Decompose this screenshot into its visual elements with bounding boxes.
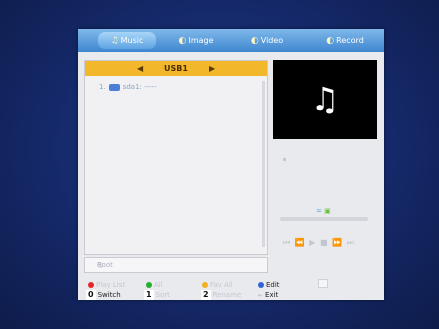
arrow-right-icon[interactable]: ▶ — [209, 61, 215, 76]
blue-key-icon — [258, 282, 264, 288]
red-key-hint[interactable]: Play List — [88, 280, 125, 290]
red-key-icon — [88, 282, 94, 288]
repeat-indicator: = ▣ — [316, 207, 331, 215]
tab-record-label: Record — [336, 36, 364, 45]
green-key-icon — [146, 282, 152, 288]
green-key-hint[interactable]: All — [146, 280, 163, 290]
key2-label: Rename — [212, 291, 242, 299]
progress-bar[interactable] — [280, 217, 368, 221]
yellow-key-icon — [202, 282, 208, 288]
key2-hint[interactable]: 2 Rename — [201, 290, 241, 300]
skip-forward-icon[interactable]: ⏭ — [347, 238, 355, 247]
rewind-icon[interactable]: ⏪ — [295, 238, 306, 247]
image-icon: ◐ — [178, 36, 187, 46]
tv-screen: ♫ Music ◐ Image ◐ Video ◐ Record ◀ USB1 ▶ 1.… — [0, 0, 439, 329]
yellow-key-label: Fav All — [210, 281, 233, 289]
repeat-label: = — [316, 207, 322, 215]
blue-key-hint[interactable]: Edit — [258, 280, 280, 290]
tab-bar: ♫ Music ◐ Image ◐ Video ◐ Record — [78, 29, 384, 52]
key-1: 1 — [144, 290, 154, 300]
device-label: USB1 — [164, 64, 188, 73]
play-icon[interactable]: ▶ — [309, 238, 316, 247]
scrollbar[interactable] — [262, 81, 265, 247]
item-index: 1. — [99, 83, 106, 91]
green-key-label: All — [154, 281, 163, 289]
tab-image-label: Image — [188, 36, 214, 45]
skip-back-icon[interactable]: ⏮ — [283, 238, 291, 247]
tab-record[interactable]: ◐ Record — [316, 32, 374, 49]
tab-image[interactable]: ◐ Image — [170, 32, 222, 49]
path-label: Root — [97, 261, 113, 269]
key1-hint[interactable]: 1 Sort — [144, 290, 170, 300]
media-player-panel: ♫ Music ◐ Image ◐ Video ◐ Record ◀ USB1 ▶ 1.… — [78, 29, 384, 300]
yellow-key-hint[interactable]: Fav All — [202, 280, 233, 290]
path-bar: ◎ Root — [84, 257, 268, 273]
device-selector[interactable]: ◀ USB1 ▶ — [85, 61, 267, 76]
exit-hint[interactable]: ⇤ Exit — [258, 290, 278, 301]
music-note-icon: ♫ — [110, 36, 119, 46]
list-item[interactable]: 1. sda1: ----- — [99, 83, 157, 91]
info-box — [318, 279, 328, 288]
info-marker — [283, 158, 286, 161]
exit-label: Exit — [265, 291, 279, 299]
tab-music[interactable]: ♫ Music — [98, 32, 156, 49]
exit-key-icon: ⇤ — [258, 292, 264, 299]
tab-video-label: Video — [260, 36, 284, 45]
tab-video[interactable]: ◐ Video — [241, 32, 293, 49]
blue-key-label: Edit — [266, 281, 280, 289]
stop-icon[interactable]: ■ — [320, 238, 329, 247]
record-icon: ◐ — [326, 36, 335, 46]
key-0: 0 — [86, 290, 96, 300]
fast-forward-icon[interactable]: ⏩ — [332, 238, 343, 247]
video-icon: ◐ — [250, 36, 259, 46]
tab-music-label: Music — [120, 36, 144, 45]
item-name: sda1: ----- — [122, 83, 157, 91]
folder-icon: ▣ — [324, 207, 331, 215]
switch-hint[interactable]: 0 Switch — [86, 290, 121, 300]
key-2: 2 — [201, 290, 211, 300]
footer-legend: Play List All Fav All Edit 0 Switch 1 Sort… — [78, 277, 384, 300]
music-note-icon: ♫ — [310, 80, 340, 118]
key1-label: Sort — [155, 291, 170, 299]
red-key-label: Play List — [96, 281, 126, 289]
album-art: ♫ — [273, 60, 377, 139]
switch-label: Switch — [97, 291, 121, 299]
file-browser: ◀ USB1 ▶ 1. sda1: ----- — [84, 60, 268, 255]
hard-drive-icon — [108, 83, 120, 91]
playback-controls: ⏮ ⏪ ▶ ■ ⏩ ⏭ — [283, 238, 379, 248]
